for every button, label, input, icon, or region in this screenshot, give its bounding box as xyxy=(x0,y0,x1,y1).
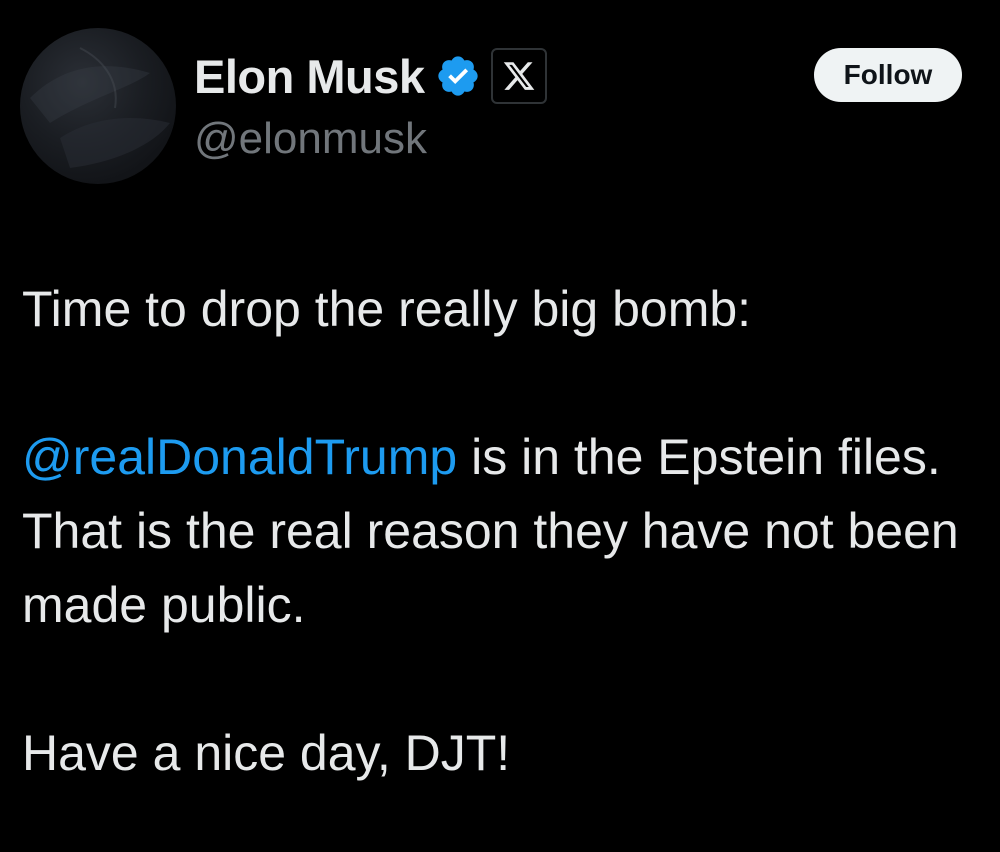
avatar-image xyxy=(30,47,170,168)
tweet-card: Elon Musk @elonmusk Follow Time to drop … xyxy=(0,0,1000,852)
author-name-row: Elon Musk xyxy=(194,46,547,106)
mention-link[interactable]: @realDonaldTrump xyxy=(22,429,457,485)
verified-badge-icon[interactable] xyxy=(435,53,481,99)
tweet-line-1: Time to drop the really big bomb: xyxy=(22,281,752,337)
tweet-text: Time to drop the really big bomb: @realD… xyxy=(22,272,972,790)
follow-button[interactable]: Follow xyxy=(814,48,962,102)
tweet-line-3: Have a nice day, DJT! xyxy=(22,725,511,781)
avatar[interactable] xyxy=(20,28,176,184)
author-display-name[interactable]: Elon Musk xyxy=(194,49,425,104)
tweet-paragraph-2: @realDonaldTrump is in the Epstein files… xyxy=(22,420,972,642)
author-handle[interactable]: @elonmusk xyxy=(194,114,427,164)
x-logo-icon[interactable] xyxy=(490,48,547,104)
